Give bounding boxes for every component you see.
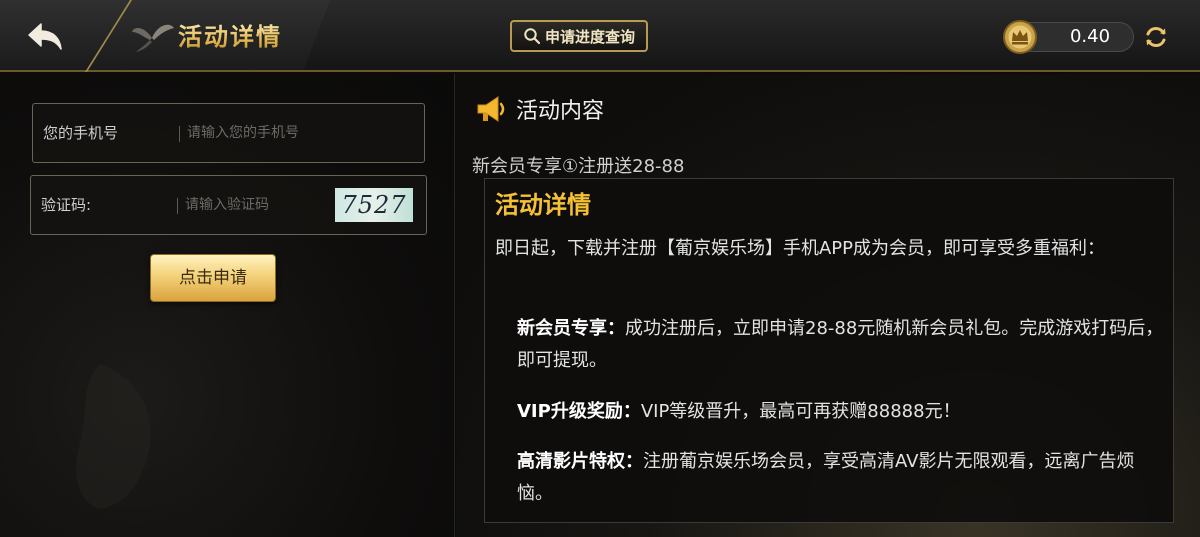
benefit-label: VIP升级奖励： [517,401,641,422]
benefit-text: VIP等级晋升，最高可再获赠88888元！ [640,401,961,422]
captcha-image[interactable]: 7527 [335,188,413,222]
verification-code-field: 验证码: 7527 [30,175,427,235]
background-figure-deco [76,364,151,509]
detail-intro: 即日起，下载并注册【葡京娱乐场】手机APP成为会员，即可享受多重福利： [495,238,1106,259]
benefit-label: 高清影片特权： [517,451,643,472]
section-title: 活动内容 [516,99,605,124]
butterfly-deco-icon [132,24,174,52]
megaphone-icon [477,96,505,122]
apply-button[interactable]: 点击申请 [150,254,276,302]
application-progress-label: 申请进度查询 [544,27,635,46]
search-icon [524,28,541,45]
page-title: 活动详情 [178,20,282,54]
phone-input[interactable] [187,118,387,148]
section-header: 活动内容 [474,94,604,124]
phone-field-label: 您的手机号 [43,124,119,142]
activity-content-panel: 活动内容 新会员专享①注册送28-88 活动详情 即日起，下载并注册【葡京娱乐场… [456,74,1200,537]
benefit-item: VIP升级奖励：VIP等级晋升，最高可再获赠88888元！ [517,396,1169,428]
detail-title: 活动详情 [495,191,591,219]
phone-field: 您的手机号 [32,103,425,163]
benefit-item: 高清影片特权：注册葡京娱乐场会员，享受高清AV影片无限观看，远离广告烦恼。 [517,446,1169,510]
crown-coin-icon [1003,20,1037,54]
verification-code-label: 验证码: [41,196,92,214]
field-divider [179,126,180,142]
verification-code-input[interactable] [185,190,325,220]
application-form-panel: 您的手机号 验证码: 7527 点击申请 [0,74,455,537]
benefit-item: 新会员专享：成功注册后，立即申请28-88元随机新会员礼包。完成游戏打码后，即可… [517,313,1169,377]
promo-title: 新会员专享①注册送28-88 [472,156,685,177]
benefit-label: 新会员专享： [517,318,625,339]
field-divider [177,198,178,214]
back-arrow-icon [28,23,62,50]
top-bar: 活动详情 申请进度查询 0.40 [0,0,1200,72]
refresh-icon[interactable] [1143,24,1169,50]
back-button[interactable] [22,18,68,56]
balance-value: 0.40 [1069,26,1111,47]
application-progress-button[interactable]: 申请进度查询 [510,20,648,52]
activity-detail-box: 活动详情 即日起，下载并注册【葡京娱乐场】手机APP成为会员，即可享受多重福利：… [484,178,1174,523]
